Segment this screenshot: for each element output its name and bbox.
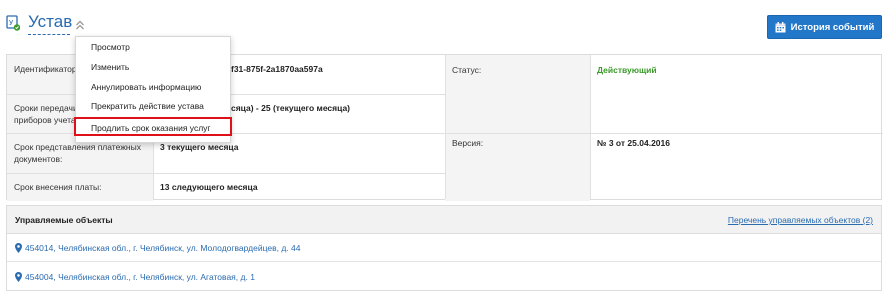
version-value: № 3 от 25.04.2016 — [597, 138, 670, 148]
calendar-icon — [775, 21, 786, 32]
status-label: Статус: — [452, 65, 482, 75]
managed-objects-header: Управляемые объекты Перечень управляемых… — [7, 206, 881, 234]
list-item[interactable]: 454014, Челябинская обл., г. Челябинск, … — [7, 234, 881, 262]
menu-item-view[interactable]: Просмотр — [91, 42, 130, 52]
svg-text:У: У — [9, 19, 14, 27]
address-link[interactable]: 454014, Челябинская обл., г. Челябинск, … — [25, 243, 300, 253]
chevron-up-double-icon[interactable] — [75, 20, 85, 30]
map-marker-icon — [15, 243, 22, 253]
map-marker-icon — [15, 272, 22, 282]
history-button[interactable]: История событий — [767, 15, 882, 39]
managed-objects-list-link[interactable]: Перечень управляемых объектов (2) — [728, 215, 873, 225]
version-label: Версия: — [452, 138, 484, 148]
menu-item-terminate[interactable]: Прекратить действие устава — [91, 101, 204, 111]
charter-document-icon: У — [6, 15, 20, 31]
menu-item-annul[interactable]: Аннулировать информацию — [91, 82, 201, 92]
field-label-payment-due: Срок внесения платы: — [14, 182, 102, 192]
divider — [445, 55, 446, 199]
highlight-box — [74, 117, 232, 136]
page: У Устав История событий Идентификатор, п… — [0, 0, 893, 304]
field-value-payment-due: 13 следующего месяца — [160, 182, 258, 192]
divider — [7, 173, 445, 174]
menu-item-edit[interactable]: Изменить — [91, 62, 129, 72]
managed-objects-panel: Управляемые объекты Перечень управляемых… — [6, 205, 882, 291]
history-button-label: История событий — [790, 21, 875, 33]
managed-objects-title: Управляемые объекты — [15, 215, 113, 225]
field-value-identifier: f31-875f-2a1870aa597a — [231, 64, 323, 74]
page-title[interactable]: Устав — [28, 12, 72, 32]
field-label-payment-docs: Срок представления платежных документов: — [14, 142, 141, 164]
label-column-right — [445, 55, 590, 201]
field-value-meter-readings: сяца) - 25 (текущего месяца) — [231, 103, 351, 113]
address-link[interactable]: 454004, Челябинская обл., г. Челябинск, … — [25, 272, 255, 282]
status-value: Действующий — [597, 65, 657, 75]
list-item[interactable]: 454004, Челябинская обл., г. Челябинск, … — [7, 263, 881, 291]
divider — [590, 55, 591, 199]
title-underline — [28, 34, 70, 35]
